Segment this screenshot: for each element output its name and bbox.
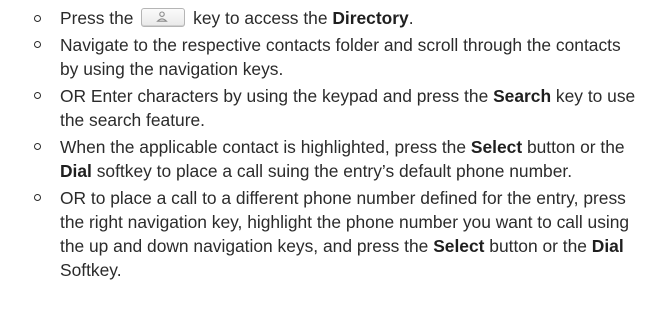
step-text: OR Enter characters by using the keypad … — [60, 85, 494, 106]
dial-term: Dial — [591, 236, 624, 257]
select-term: Select — [433, 236, 485, 257]
step-text: softkey to place a call suing the entry’… — [91, 161, 573, 181]
bullet-icon — [34, 143, 41, 151]
bullet-icon — [34, 194, 41, 202]
step-text: When the applicable contact is highlight… — [60, 136, 471, 157]
directory-term: Directory — [332, 8, 409, 28]
directory-key-icon — [141, 8, 186, 28]
steps-list: Press the key to access the Directory. N… — [0, 0, 656, 283]
bullet-icon — [34, 14, 41, 22]
step-text: key to access the — [188, 8, 333, 28]
step-text: . — [408, 8, 414, 28]
bullet-icon — [34, 92, 41, 100]
step-text: Press the — [60, 8, 139, 28]
step-text: button or the — [484, 236, 592, 257]
list-item: OR Enter characters by using the keypad … — [0, 84, 656, 132]
select-term: Select — [470, 136, 523, 157]
step-text: Softkey. — [60, 260, 122, 281]
list-item: OR to place a call to a different phone … — [0, 186, 656, 283]
step-text: Navigate to the respective contacts fold… — [60, 34, 621, 79]
search-term: Search — [493, 85, 552, 106]
bullet-icon — [34, 41, 41, 49]
instructions-document: Press the key to access the Directory. N… — [0, 0, 656, 323]
dial-term: Dial — [60, 161, 92, 181]
list-item: When the applicable contact is highlight… — [0, 135, 656, 183]
list-item: Navigate to the respective contacts fold… — [0, 33, 656, 81]
step-text: button or the — [522, 136, 625, 157]
list-item: Press the key to access the Directory. — [0, 6, 656, 30]
